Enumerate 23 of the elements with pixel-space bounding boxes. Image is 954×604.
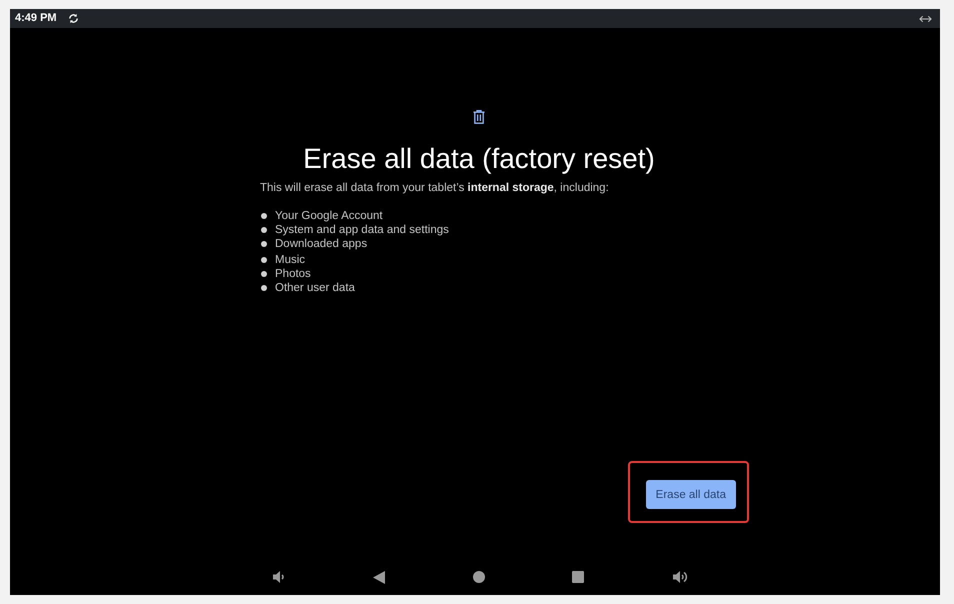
page-title: Erase all data (factory reset) xyxy=(303,142,655,176)
list-item-text: Your Google Account xyxy=(275,209,383,223)
bullet-icon xyxy=(261,227,267,233)
list-item-text: Photos xyxy=(275,267,311,281)
bullet-icon xyxy=(261,271,267,277)
volume-up-icon[interactable] xyxy=(672,570,688,584)
list-item-text: Music xyxy=(275,253,306,267)
description-text: This will erase all data from your tablet’s internal storage, including: xyxy=(260,181,610,195)
list-item-text: Other user data xyxy=(275,281,355,295)
trash-icon xyxy=(473,110,485,124)
double-arrow-icon xyxy=(919,14,932,22)
volume-down-icon[interactable] xyxy=(272,570,286,584)
list-item-text: Downloaded apps xyxy=(275,237,368,251)
bullet-icon xyxy=(261,241,267,247)
erase-button[interactable]: Erase all data xyxy=(646,480,736,509)
bullet-icon xyxy=(261,285,267,291)
bullet-icon xyxy=(261,213,267,219)
list-item-text: System and app data and settings xyxy=(275,223,449,237)
back-icon[interactable] xyxy=(373,570,385,584)
bullet-icon xyxy=(261,257,267,263)
status-time: 4:49 PM xyxy=(15,12,57,25)
home-icon[interactable] xyxy=(472,571,484,583)
sync-icon xyxy=(68,13,79,24)
